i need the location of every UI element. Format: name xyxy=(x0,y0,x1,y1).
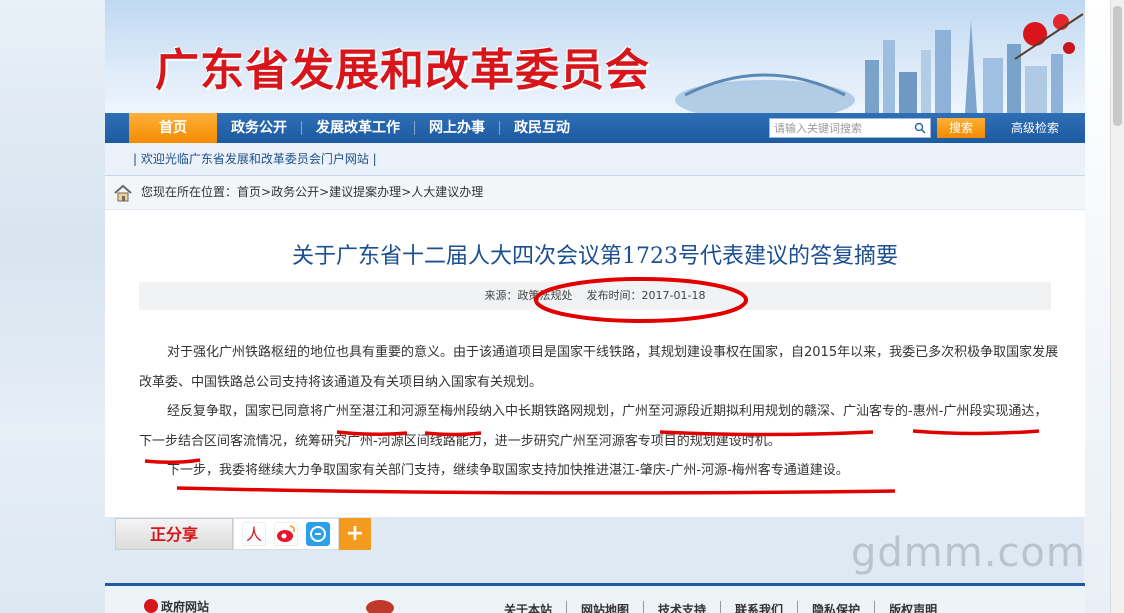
footer-link-contact[interactable]: 联系我们 xyxy=(720,601,797,613)
footer-link-copyright[interactable]: 版权声明 xyxy=(874,601,951,613)
weibo-share-icon[interactable] xyxy=(274,522,298,546)
scrollbar-thumb[interactable] xyxy=(1113,6,1122,126)
nav-item-home[interactable]: 首页 xyxy=(129,113,217,143)
emblem-icon xyxy=(366,600,394,613)
site-banner: 广东省发展和改革委员会 xyxy=(105,0,1085,113)
breadcrumb-gov-affairs[interactable]: 政务公开 xyxy=(271,176,319,209)
article-title: 关于广东省十二届人大四次会议第1723号代表建议的答复摘要 xyxy=(292,244,898,269)
page-background-left xyxy=(0,0,105,613)
breadcrumb-proposals[interactable]: 建议提案办理 xyxy=(329,176,401,209)
footer-gov-label: 政府网站 xyxy=(161,600,210,613)
search-button[interactable]: 搜索 xyxy=(937,118,985,138)
main-nav: 首页 政务公开 发展改革工作 网上办事 政民互动 请输入关键词搜索 搜索 高级检… xyxy=(105,113,1085,143)
page: 广东省发展和改革委员会 首页 政务公开 发展改革工作 网上办事 政民互动 请输入… xyxy=(105,0,1085,613)
share-icons: 人 xyxy=(233,518,339,550)
article-paragraph: 对于强化广州铁路枢纽的地位也具有重要的意义。由于该通道项目是国家干线铁路，其规划… xyxy=(139,345,1059,390)
breadcrumb-home[interactable]: 首页 xyxy=(237,176,261,209)
search-placeholder: 请输入关键词搜索 xyxy=(774,122,862,135)
article-date: 发布时间：2017-01-18 xyxy=(586,289,706,302)
nav-item-interaction[interactable]: 政民互动 xyxy=(500,113,584,143)
people-daily-share-icon[interactable]: 人 xyxy=(242,522,266,546)
article-source: 来源：政策法规处 xyxy=(484,289,573,302)
qzone-share-icon[interactable] xyxy=(306,522,330,546)
footer: 政府网站 关于本站 网站地图 技术支持 联系我们 隐私保护 版权声明 xyxy=(105,583,1085,613)
svg-text:人: 人 xyxy=(246,525,262,544)
footer-link-tech-support[interactable]: 技术支持 xyxy=(643,601,720,613)
watermark: gdmm.com xyxy=(851,530,1086,576)
nav-item-gov-affairs[interactable]: 政务公开 xyxy=(217,113,301,143)
footer-links: 关于本站 网站地图 技术支持 联系我们 隐私保护 版权声明 xyxy=(490,601,951,613)
article-paragraph: 下一步，我委将继续大力争取国家有关部门支持，继续争取国家支持加快推进湛江-肇庆-… xyxy=(167,463,849,478)
nav-item-reform-work[interactable]: 发展改革工作 xyxy=(302,113,414,143)
footer-link-privacy[interactable]: 隐私保护 xyxy=(797,601,874,613)
kapok-flower-decoration xyxy=(1014,13,1084,60)
advanced-search-link[interactable]: 高级检索 xyxy=(1011,113,1059,143)
breadcrumb-separator: > xyxy=(261,185,272,199)
breadcrumb-npc-suggestions[interactable]: 人大建议办理 xyxy=(411,176,483,209)
welcome-bar: | 欢迎光临广东省发展和改革委员会门户网站 | xyxy=(105,143,1085,176)
vertical-scrollbar[interactable] xyxy=(1110,0,1124,613)
nav-item-online-services[interactable]: 网上办事 xyxy=(415,113,499,143)
article: 关于广东省十二届人大四次会议第1723号代表建议的答复摘要 来源：政策法规处 发… xyxy=(105,209,1085,517)
article-paragraph: 经反复争取，国家已同意将广州至湛江和河源至梅州段纳入中长期铁路网规划，广州至河源… xyxy=(139,404,1048,449)
search-input[interactable]: 请输入关键词搜索 xyxy=(769,118,931,138)
breadcrumb-prefix: 您现在所在位置： xyxy=(141,185,238,199)
share-more-button[interactable]: + xyxy=(339,518,371,550)
underline-annotation xyxy=(176,486,896,495)
article-body: 对于强化广州铁路枢纽的地位也具有重要的意义。由于该通道项目是国家干线铁路，其规划… xyxy=(139,338,1059,486)
share-bar: 正分享 人 + xyxy=(115,518,371,550)
breadcrumb-separator: > xyxy=(401,185,412,199)
home-icon xyxy=(114,184,132,201)
breadcrumb: 您现在所在位置： 首页 > 政务公开 > 建议提案办理 > 人大建议办理 xyxy=(105,176,1085,209)
footer-link-sitemap[interactable]: 网站地图 xyxy=(566,601,643,613)
share-label: 正分享 xyxy=(115,518,233,550)
welcome-text: | 欢迎光临广东省发展和改革委员会门户网站 | xyxy=(133,152,377,166)
footer-link-about[interactable]: 关于本站 xyxy=(490,601,566,613)
gov-logo-icon xyxy=(144,599,158,613)
article-meta: 来源：政策法规处 发布时间：2017-01-18 xyxy=(139,282,1051,310)
search-icon[interactable] xyxy=(914,122,926,134)
breadcrumb-separator: > xyxy=(319,185,330,199)
site-title: 广东省发展和改革委员会 xyxy=(155,45,650,96)
